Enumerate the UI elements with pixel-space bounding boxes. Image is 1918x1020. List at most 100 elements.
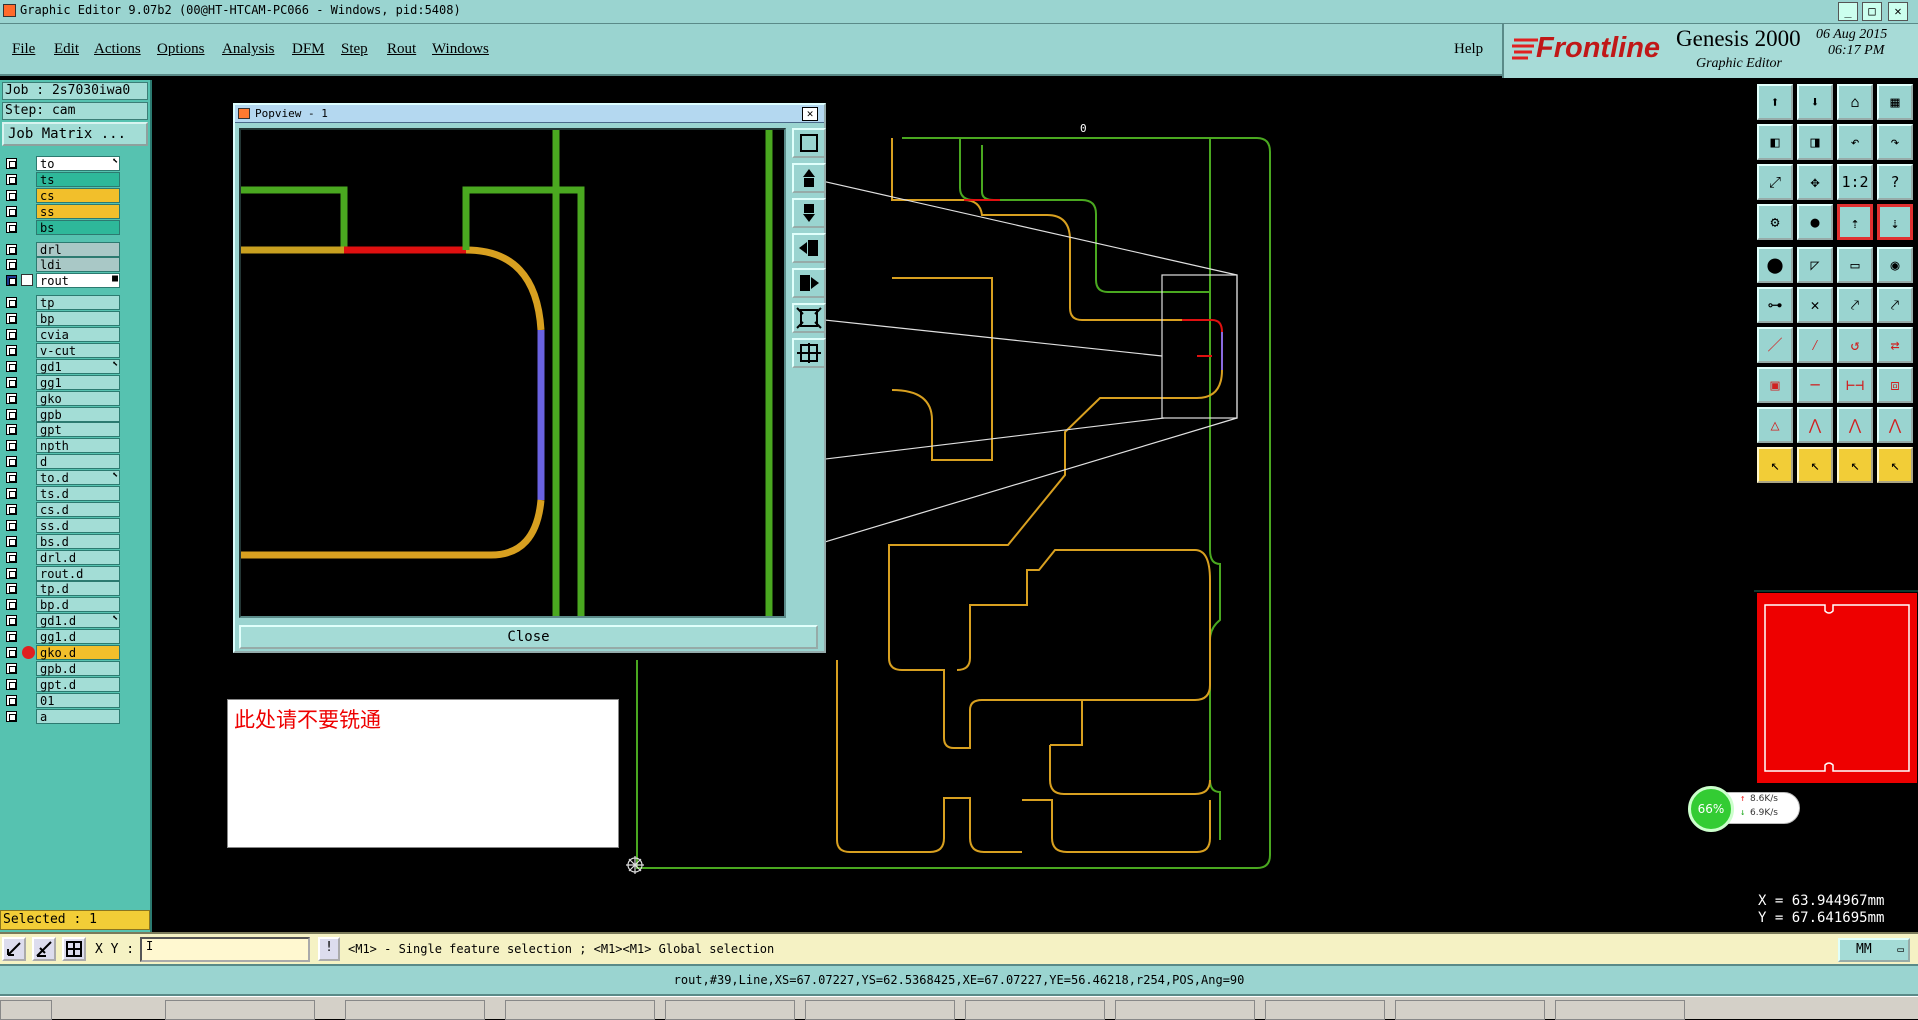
menu-actions[interactable]: Actions xyxy=(94,41,141,58)
select-box-button[interactable]: ▣ xyxy=(1757,367,1793,403)
net-button[interactable]: ⊶ xyxy=(1757,287,1793,323)
layer-row[interactable]: ts xyxy=(2,171,120,187)
probe-button[interactable]: ● xyxy=(1797,204,1833,240)
pointer-red-button[interactable]: ↖ xyxy=(1797,447,1833,483)
layer-row[interactable]: a xyxy=(2,708,120,724)
layer-row[interactable]: ldi xyxy=(2,257,120,273)
help-button[interactable]: ? xyxy=(1877,164,1913,200)
menu-rout[interactable]: Rout xyxy=(387,41,416,58)
layer-row[interactable]: drl.d xyxy=(2,549,120,565)
line-button[interactable]: ／ xyxy=(1757,327,1793,363)
taskbar-item-6[interactable] xyxy=(965,1000,1105,1020)
menu-options[interactable]: Options xyxy=(157,41,205,58)
layer-row[interactable]: to.d ⬉ xyxy=(2,470,120,486)
popview-canvas[interactable] xyxy=(239,128,786,620)
layer-checkbox[interactable] xyxy=(6,329,17,340)
pointer-button[interactable]: ↖ xyxy=(1757,447,1793,483)
grid-button[interactable]: ▦ xyxy=(1877,84,1913,120)
layer-row[interactable]: cs xyxy=(2,187,120,203)
layer-checkbox[interactable] xyxy=(6,344,17,356)
layer-row[interactable]: rout.d xyxy=(2,565,120,581)
pointer-yellow-button[interactable]: ↖ xyxy=(1837,447,1873,483)
layer-row[interactable]: bs xyxy=(2,219,120,235)
layer-row[interactable]: v-cut xyxy=(2,342,120,358)
menu-edit[interactable]: Edit xyxy=(54,41,79,58)
layer-row[interactable]: rout ■ xyxy=(2,273,120,289)
layer-row[interactable]: 01 xyxy=(2,692,120,708)
triangle-button[interactable]: △ xyxy=(1757,407,1793,443)
units-select[interactable]: MM ▭ xyxy=(1838,938,1910,962)
maximize-button[interactable]: □ xyxy=(1862,2,1882,21)
layer-row[interactable]: gpt xyxy=(2,422,120,438)
taskbar-item-5[interactable] xyxy=(805,1000,955,1020)
layer-row[interactable]: ss.d xyxy=(2,517,120,533)
layer-up-button[interactable]: ⇡ xyxy=(1837,204,1873,240)
layer-down-button[interactable]: ⇣ xyxy=(1877,204,1913,240)
layer-checkbox[interactable] xyxy=(6,488,17,499)
taskbar-item-1[interactable] xyxy=(165,1000,315,1020)
close-window-button[interactable]: ✕ xyxy=(1888,2,1908,21)
layer-checkbox[interactable] xyxy=(6,275,17,287)
layer-row[interactable]: d xyxy=(2,454,120,470)
layer-checkbox[interactable] xyxy=(6,243,17,255)
layer-checkbox[interactable] xyxy=(6,472,17,484)
layer-checkbox[interactable] xyxy=(6,694,17,706)
pan-left-button[interactable]: ◧ xyxy=(1757,124,1793,160)
layer-checkbox[interactable] xyxy=(6,567,17,579)
layer-row[interactable]: bs.d xyxy=(2,533,120,549)
taskbar-item-9[interactable] xyxy=(1395,1000,1545,1020)
zoom-home-button[interactable]: ⬇ xyxy=(1797,84,1833,120)
layer-checkbox[interactable] xyxy=(6,440,17,452)
layer-checkbox[interactable] xyxy=(6,503,17,515)
target-button[interactable]: ◉ xyxy=(1877,247,1913,283)
cross-button[interactable]: ✕ xyxy=(1797,287,1833,323)
minimap[interactable] xyxy=(1754,590,1918,786)
layer-checkbox[interactable] xyxy=(6,710,17,722)
taskbar-item-4[interactable] xyxy=(665,1000,795,1020)
layer-checkbox[interactable] xyxy=(6,647,17,658)
layer-checkbox[interactable] xyxy=(6,424,17,436)
popview-right-button[interactable] xyxy=(792,268,826,298)
popview-zoom-out-button[interactable] xyxy=(792,303,826,333)
grid-mode-button[interactable] xyxy=(62,937,86,961)
menu-step[interactable]: Step xyxy=(341,41,368,58)
pointer-net-button[interactable]: ↖ xyxy=(1877,447,1913,483)
layer-checkbox[interactable] xyxy=(6,205,17,217)
layer-row[interactable]: ss xyxy=(2,203,120,219)
popview-close-x-button[interactable]: ✕ xyxy=(802,107,818,121)
mirror-button[interactable]: ⇄ xyxy=(1877,327,1913,363)
menu-dfm[interactable]: DFM xyxy=(292,41,325,58)
pan-right-button[interactable]: ◨ xyxy=(1797,124,1833,160)
taskbar-item-3[interactable] xyxy=(505,1000,655,1020)
menu-help[interactable]: Help xyxy=(1454,41,1483,58)
popview-fit-button[interactable] xyxy=(792,128,826,158)
layer-checkbox[interactable] xyxy=(6,158,17,169)
layer-row[interactable]: tp.d xyxy=(2,581,120,597)
layer-checkbox[interactable] xyxy=(6,360,17,372)
menu-file[interactable]: File xyxy=(12,41,35,58)
layer-row[interactable]: to ⬉ xyxy=(2,156,120,171)
settings-button[interactable]: ⚙ xyxy=(1757,204,1793,240)
info-button[interactable]: ! xyxy=(318,937,340,961)
popview-zoom-in-button[interactable] xyxy=(792,338,826,368)
layer-row[interactable]: gpb xyxy=(2,406,120,422)
layer-row[interactable]: gko xyxy=(2,390,120,406)
select-mode-button[interactable] xyxy=(2,937,26,961)
taskbar-item-2[interactable] xyxy=(345,1000,485,1020)
layer-checkbox[interactable] xyxy=(6,519,17,531)
layer-checkbox[interactable] xyxy=(6,189,17,201)
layer-checkbox[interactable] xyxy=(6,583,17,595)
ruler-button[interactable]: ▭ xyxy=(1837,247,1873,283)
layer-checkbox[interactable] xyxy=(6,535,17,547)
measure-button[interactable]: ◸ xyxy=(1797,247,1833,283)
layer-row[interactable]: gd1 ⬉ xyxy=(2,358,120,374)
layer-checkbox[interactable] xyxy=(6,678,17,690)
dash-button[interactable]: ─ xyxy=(1797,367,1833,403)
layer-row[interactable]: bp.d xyxy=(2,597,120,613)
layer-row[interactable]: cvia xyxy=(2,327,120,342)
snap-button[interactable]: ⬤ xyxy=(1757,247,1793,283)
layer-checkbox[interactable] xyxy=(6,173,17,185)
popview-close-button[interactable]: Close xyxy=(239,625,818,649)
arc-button[interactable]: ⁄ xyxy=(1797,327,1833,363)
layer-checkbox[interactable] xyxy=(6,599,17,611)
